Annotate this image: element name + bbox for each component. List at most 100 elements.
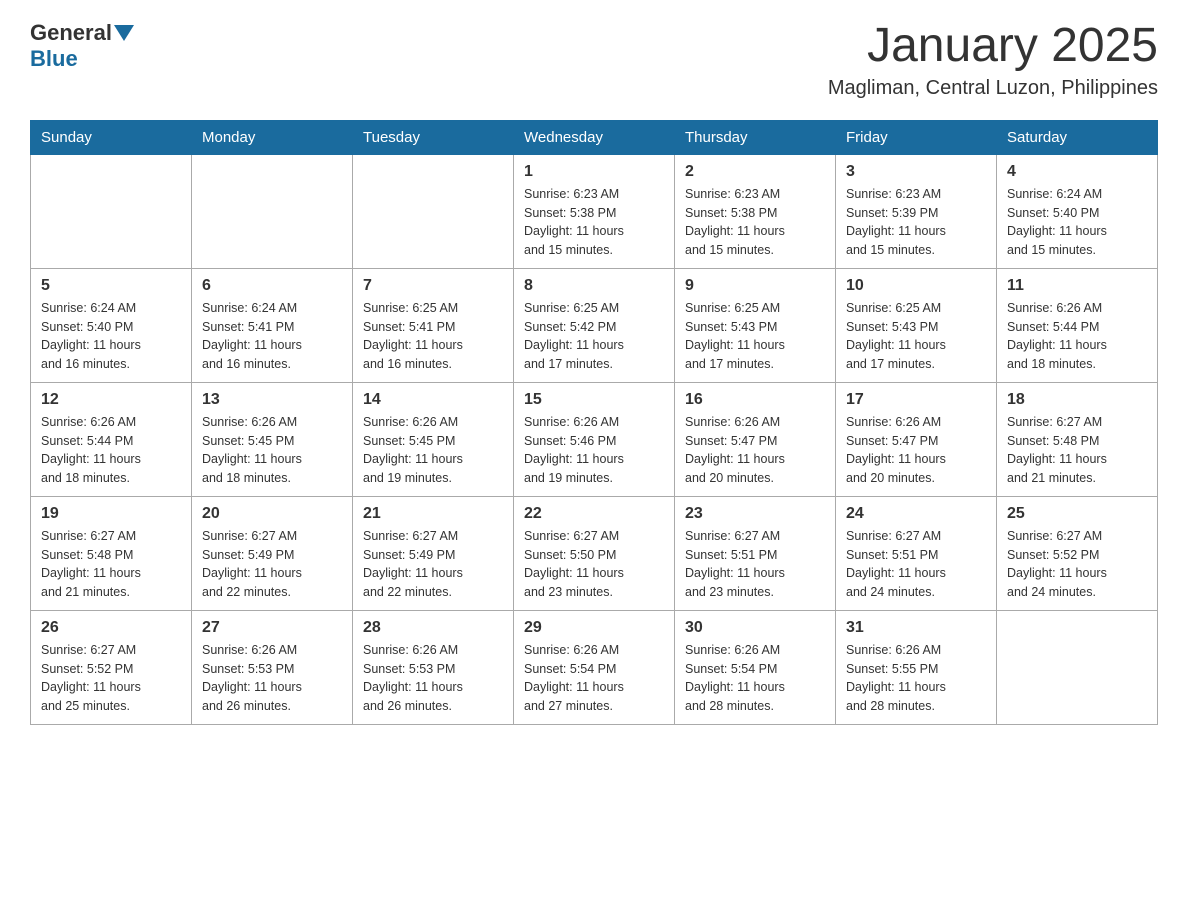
day-info: Sunrise: 6:26 AMSunset: 5:47 PMDaylight:…	[846, 413, 986, 488]
calendar-cell: 14 Sunrise: 6:26 AMSunset: 5:45 PMDayligh…	[353, 382, 514, 496]
calendar-cell: 27 Sunrise: 6:26 AMSunset: 5:53 PMDayligh…	[192, 610, 353, 724]
day-number: 21	[363, 505, 503, 523]
day-info: Sunrise: 6:26 AMSunset: 5:45 PMDaylight:…	[363, 413, 503, 488]
calendar-week-row: 12 Sunrise: 6:26 AMSunset: 5:44 PMDayligh…	[31, 382, 1158, 496]
calendar-cell: 24Sunrise: 6:27 AMSunset: 5:51 PMDayligh…	[836, 496, 997, 610]
day-number: 29	[524, 619, 664, 637]
calendar-cell: 9Sunrise: 6:25 AMSunset: 5:43 PMDaylight…	[675, 268, 836, 382]
logo-blue-text: Blue	[30, 46, 78, 72]
page-header: General Blue January 2025 Magliman, Cent…	[30, 20, 1158, 100]
day-number: 7	[363, 277, 503, 295]
day-number: 23	[685, 505, 825, 523]
day-number: 6	[202, 277, 342, 295]
day-info: Sunrise: 6:26 AMSunset: 5:54 PMDaylight:…	[524, 641, 664, 716]
calendar-cell: 3 Sunrise: 6:23 AMSunset: 5:39 PMDaylight…	[836, 154, 997, 268]
calendar-cell: 30 Sunrise: 6:26 AMSunset: 5:54 PMDayligh…	[675, 610, 836, 724]
day-info: Sunrise: 6:26 AMSunset: 5:47 PMDaylight:…	[685, 413, 825, 488]
day-info: Sunrise: 6:26 AMSunset: 5:55 PMDaylight:…	[846, 641, 986, 716]
calendar-cell: 31 Sunrise: 6:26 AMSunset: 5:55 PMDayligh…	[836, 610, 997, 724]
day-number: 27	[202, 619, 342, 637]
calendar-cell	[31, 154, 192, 268]
day-number: 25	[1007, 505, 1147, 523]
calendar-cell: 29 Sunrise: 6:26 AMSunset: 5:54 PMDayligh…	[514, 610, 675, 724]
day-number: 31	[846, 619, 986, 637]
calendar-cell: 26Sunrise: 6:27 AMSunset: 5:52 PMDayligh…	[31, 610, 192, 724]
weekday-header-monday: Monday	[192, 120, 353, 154]
calendar-cell: 10 Sunrise: 6:25 AMSunset: 5:43 PMDayligh…	[836, 268, 997, 382]
day-info: Sunrise: 6:25 AMSunset: 5:42 PMDaylight:…	[524, 299, 664, 374]
calendar-cell: 4 Sunrise: 6:24 AMSunset: 5:40 PMDaylight…	[997, 154, 1158, 268]
weekday-header-tuesday: Tuesday	[353, 120, 514, 154]
calendar-cell: 11Sunrise: 6:26 AMSunset: 5:44 PMDayligh…	[997, 268, 1158, 382]
weekday-header-saturday: Saturday	[997, 120, 1158, 154]
calendar-cell: 18 Sunrise: 6:27 AMSunset: 5:48 PMDayligh…	[997, 382, 1158, 496]
calendar-cell: 22Sunrise: 6:27 AMSunset: 5:50 PMDayligh…	[514, 496, 675, 610]
calendar-cell	[192, 154, 353, 268]
day-number: 18	[1007, 391, 1147, 409]
calendar-cell: 12 Sunrise: 6:26 AMSunset: 5:44 PMDayligh…	[31, 382, 192, 496]
logo-general-text: General	[30, 20, 112, 46]
weekday-header-sunday: Sunday	[31, 120, 192, 154]
day-info: Sunrise: 6:27 AMSunset: 5:48 PMDaylight:…	[1007, 413, 1147, 488]
calendar-cell: 25 Sunrise: 6:27 AMSunset: 5:52 PMDayligh…	[997, 496, 1158, 610]
weekday-header-thursday: Thursday	[675, 120, 836, 154]
weekday-header-wednesday: Wednesday	[514, 120, 675, 154]
calendar-cell: 20 Sunrise: 6:27 AMSunset: 5:49 PMDayligh…	[192, 496, 353, 610]
day-info: Sunrise: 6:27 AMSunset: 5:51 PMDaylight:…	[685, 527, 825, 602]
calendar-cell: 15 Sunrise: 6:26 AMSunset: 5:46 PMDayligh…	[514, 382, 675, 496]
day-number: 9	[685, 277, 825, 295]
calendar-cell: 21Sunrise: 6:27 AMSunset: 5:49 PMDayligh…	[353, 496, 514, 610]
day-info: Sunrise: 6:26 AMSunset: 5:45 PMDaylight:…	[202, 413, 342, 488]
day-number: 13	[202, 391, 342, 409]
day-number: 12	[41, 391, 181, 409]
calendar-cell: 7 Sunrise: 6:25 AMSunset: 5:41 PMDaylight…	[353, 268, 514, 382]
day-number: 11	[1007, 277, 1147, 295]
day-info: Sunrise: 6:24 AMSunset: 5:40 PMDaylight:…	[1007, 185, 1147, 260]
day-info: Sunrise: 6:27 AMSunset: 5:48 PMDaylight:…	[41, 527, 181, 602]
calendar-cell: 19 Sunrise: 6:27 AMSunset: 5:48 PMDayligh…	[31, 496, 192, 610]
day-number: 15	[524, 391, 664, 409]
day-number: 5	[41, 277, 181, 295]
calendar-cell: 6 Sunrise: 6:24 AMSunset: 5:41 PMDaylight…	[192, 268, 353, 382]
calendar-cell: 16 Sunrise: 6:26 AMSunset: 5:47 PMDayligh…	[675, 382, 836, 496]
day-info: Sunrise: 6:26 AMSunset: 5:44 PMDaylight:…	[41, 413, 181, 488]
calendar-cell: 8Sunrise: 6:25 AMSunset: 5:42 PMDaylight…	[514, 268, 675, 382]
weekday-header-row: SundayMondayTuesdayWednesdayThursdayFrid…	[31, 120, 1158, 154]
calendar-cell	[353, 154, 514, 268]
day-info: Sunrise: 6:23 AMSunset: 5:38 PMDaylight:…	[685, 185, 825, 260]
calendar-cell: 2 Sunrise: 6:23 AMSunset: 5:38 PMDaylight…	[675, 154, 836, 268]
day-number: 20	[202, 505, 342, 523]
calendar-cell	[997, 610, 1158, 724]
calendar-week-row: 26Sunrise: 6:27 AMSunset: 5:52 PMDayligh…	[31, 610, 1158, 724]
day-info: Sunrise: 6:25 AMSunset: 5:41 PMDaylight:…	[363, 299, 503, 374]
calendar-cell: 1Sunrise: 6:23 AMSunset: 5:38 PMDaylight…	[514, 154, 675, 268]
day-info: Sunrise: 6:23 AMSunset: 5:38 PMDaylight:…	[524, 185, 664, 260]
day-number: 19	[41, 505, 181, 523]
day-number: 16	[685, 391, 825, 409]
day-info: Sunrise: 6:26 AMSunset: 5:46 PMDaylight:…	[524, 413, 664, 488]
day-info: Sunrise: 6:24 AMSunset: 5:41 PMDaylight:…	[202, 299, 342, 374]
day-info: Sunrise: 6:27 AMSunset: 5:50 PMDaylight:…	[524, 527, 664, 602]
day-info: Sunrise: 6:27 AMSunset: 5:52 PMDaylight:…	[1007, 527, 1147, 602]
day-number: 28	[363, 619, 503, 637]
day-info: Sunrise: 6:23 AMSunset: 5:39 PMDaylight:…	[846, 185, 986, 260]
calendar-week-row: 19 Sunrise: 6:27 AMSunset: 5:48 PMDayligh…	[31, 496, 1158, 610]
calendar-cell: 5Sunrise: 6:24 AMSunset: 5:40 PMDaylight…	[31, 268, 192, 382]
calendar-week-row: 5Sunrise: 6:24 AMSunset: 5:40 PMDaylight…	[31, 268, 1158, 382]
day-number: 17	[846, 391, 986, 409]
calendar-cell: 13 Sunrise: 6:26 AMSunset: 5:45 PMDayligh…	[192, 382, 353, 496]
day-number: 2	[685, 163, 825, 181]
day-number: 10	[846, 277, 986, 295]
day-info: Sunrise: 6:26 AMSunset: 5:53 PMDaylight:…	[202, 641, 342, 716]
day-info: Sunrise: 6:27 AMSunset: 5:49 PMDaylight:…	[202, 527, 342, 602]
day-number: 24	[846, 505, 986, 523]
weekday-header-friday: Friday	[836, 120, 997, 154]
day-info: Sunrise: 6:26 AMSunset: 5:54 PMDaylight:…	[685, 641, 825, 716]
day-info: Sunrise: 6:25 AMSunset: 5:43 PMDaylight:…	[846, 299, 986, 374]
day-number: 30	[685, 619, 825, 637]
day-number: 4	[1007, 163, 1147, 181]
day-info: Sunrise: 6:26 AMSunset: 5:53 PMDaylight:…	[363, 641, 503, 716]
day-number: 3	[846, 163, 986, 181]
calendar-cell: 28 Sunrise: 6:26 AMSunset: 5:53 PMDayligh…	[353, 610, 514, 724]
day-number: 14	[363, 391, 503, 409]
